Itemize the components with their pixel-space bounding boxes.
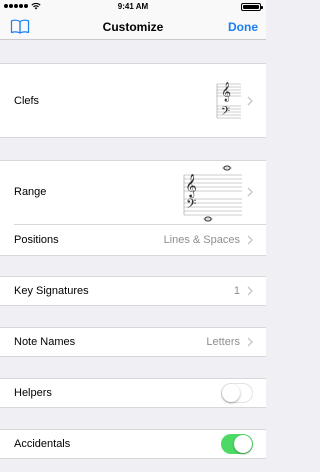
- battery-icon: [241, 3, 263, 11]
- positions-row[interactable]: Positions Lines & Spaces: [0, 225, 266, 255]
- status-time: 9:41 AM: [117, 2, 149, 11]
- note-names-chevron-icon: [247, 337, 253, 347]
- helpers-label: Helpers: [14, 387, 52, 399]
- positions-label: Positions: [14, 234, 59, 246]
- positions-value: Lines & Spaces: [163, 234, 240, 246]
- clefs-row[interactable]: Clefs 𝄞 𝄢: [0, 64, 266, 137]
- done-button[interactable]: Done: [228, 20, 258, 34]
- accidentals-row: Accidentals: [0, 430, 266, 458]
- positions-chevron-icon: [247, 235, 253, 245]
- navigation-bar: Customize Done: [0, 14, 266, 40]
- clefs-label: Clefs: [14, 95, 40, 107]
- svg-text:𝄢: 𝄢: [221, 105, 230, 121]
- clefs-chevron-icon: [247, 96, 253, 106]
- accidentals-group: Accidentals: [0, 429, 266, 459]
- range-chevron-icon: [247, 187, 253, 197]
- key-signatures-group: Key Signatures 1: [0, 276, 266, 306]
- clefs-group: Clefs 𝄞 𝄢: [0, 63, 266, 138]
- helpers-row: Helpers: [0, 379, 266, 407]
- key-signatures-row[interactable]: Key Signatures 1: [0, 277, 266, 305]
- range-label: Range: [14, 186, 47, 198]
- toggle-knob: [234, 435, 252, 453]
- page-title: Customize: [102, 20, 164, 34]
- note-names-value: Letters: [206, 336, 240, 348]
- toggle-knob: [222, 384, 240, 402]
- range-staff-icon: 𝄞 𝄢: [183, 165, 242, 222]
- helpers-group: Helpers: [0, 378, 266, 408]
- range-row[interactable]: Range 𝄞 𝄢: [0, 161, 266, 225]
- clefs-staff-icon: 𝄞 𝄢: [216, 82, 241, 121]
- svg-text:𝄞: 𝄞: [185, 173, 197, 198]
- note-names-label: Note Names: [14, 336, 76, 348]
- range-group: Range 𝄞 𝄢 Positions Lines & Spaces: [0, 160, 266, 256]
- svg-text:𝄢: 𝄢: [186, 196, 196, 215]
- key-signatures-label: Key Signatures: [14, 285, 89, 297]
- svg-text:𝄞: 𝄞: [221, 82, 231, 102]
- accidentals-label: Accidentals: [14, 438, 71, 450]
- key-signatures-chevron-icon: [247, 286, 253, 296]
- note-names-group: Note Names Letters: [0, 327, 266, 357]
- helpers-toggle[interactable]: [221, 383, 253, 403]
- status-bar: 9:41 AM: [0, 0, 266, 14]
- key-signatures-value: 1: [233, 285, 240, 297]
- accidentals-toggle[interactable]: [221, 434, 253, 454]
- note-names-row[interactable]: Note Names Letters: [0, 328, 266, 356]
